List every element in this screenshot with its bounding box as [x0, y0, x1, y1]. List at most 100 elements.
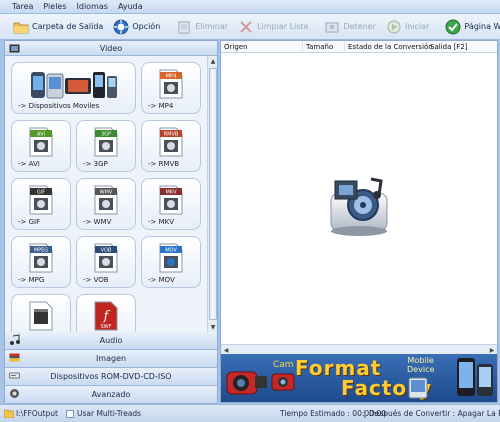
output-path-text: I:\FFOutput: [16, 409, 58, 418]
audio-section-label: Audio: [99, 336, 123, 345]
tile-vob[interactable]: VOB -> VOB: [76, 236, 136, 288]
rom-section-header[interactable]: Dispositivos ROM-DVD-CD-ISO: [5, 368, 217, 386]
video-list-scrollbar[interactable]: ▲ ▼: [207, 56, 217, 332]
tile-label: -> MKV: [148, 218, 175, 226]
badge-text: VOB: [101, 248, 112, 254]
badge-text: 3GP: [101, 132, 111, 138]
start-label: Iniciar: [404, 22, 430, 31]
scrollbar-thumb[interactable]: [209, 68, 217, 320]
tile-mpg[interactable]: MPEG -> MPG: [11, 236, 71, 288]
banner-mobile-text: Mobile: [407, 356, 434, 365]
menu-idiomas[interactable]: Idiomas: [77, 2, 108, 11]
mobile-device-icon: [408, 377, 428, 399]
remove-label: Eliminar: [195, 22, 229, 31]
advanced-gear-icon: [9, 388, 20, 399]
task-list-panel: Origen Tamaño Estado de la Conversión Sa…: [220, 40, 498, 403]
scroll-up-arrow-icon[interactable]: ▲: [208, 56, 217, 66]
rmvb-icon: RMVB: [157, 126, 185, 158]
category-panel: Video -> Dispositivos Moviles MP4 -> MP4 A…: [4, 40, 218, 404]
tile-gif[interactable]: GIF -> GIF: [11, 178, 71, 230]
tile-wmv[interactable]: WMV -> WMV: [76, 178, 136, 230]
badge-text: MOV: [165, 248, 177, 254]
advanced-section-header[interactable]: Avanzado: [5, 386, 217, 404]
mkv-icon: MKV: [157, 184, 185, 216]
option-button[interactable]: Opción: [108, 16, 165, 38]
badge-text: MPEG: [34, 248, 48, 254]
tile-rmvb[interactable]: RMVB -> RMVB: [141, 120, 201, 172]
task-list-hscrollbar[interactable]: ◀ ▶: [221, 344, 497, 354]
multithread-option[interactable]: Usar Multi-Treads: [62, 409, 276, 418]
video-section-label: Video: [99, 43, 123, 53]
tile-label: -> WMV: [83, 218, 112, 226]
badge-text: SWF: [101, 324, 112, 330]
mpg-icon: MPEG: [27, 242, 55, 274]
video-section-header[interactable]: Video: [5, 41, 217, 56]
gif-icon: GIF: [27, 184, 55, 216]
tile-mov[interactable]: MOV -> MOV: [141, 236, 201, 288]
column-tamano[interactable]: Tamaño: [303, 41, 345, 52]
tile-label: -> GIF: [18, 218, 41, 226]
mobile-devices-icon: [29, 68, 119, 100]
avi-icon: AVI: [27, 126, 55, 158]
format-factory-banner: Cam Format Factory Mobile Device: [221, 354, 497, 402]
tile-mobile-devices[interactable]: -> Dispositivos Moviles: [11, 62, 136, 114]
music-note-icon: [9, 334, 20, 345]
badge-text: GIF: [37, 190, 45, 196]
tile-avi[interactable]: AVI -> AVI: [11, 120, 71, 172]
banner-mobile-device-text: Mobile Device: [407, 356, 434, 374]
stop-icon: [324, 19, 340, 35]
after-convert-option[interactable]: Después de Convertir : Apagar La PC: [360, 409, 500, 418]
tile-label: -> 3GP: [83, 160, 108, 168]
remove-button[interactable]: Eliminar: [171, 16, 233, 38]
menu-pieles[interactable]: Pieles: [43, 2, 66, 11]
smartphone-icon: [457, 358, 493, 396]
camera-icon: [271, 373, 295, 391]
column-estado[interactable]: Estado de la Conversión: [345, 41, 433, 52]
audio-section-header[interactable]: Audio: [5, 332, 217, 350]
image-section-label: Imagen: [95, 354, 127, 363]
folder-small-icon: [4, 409, 14, 418]
badge-text: WMV: [100, 190, 113, 196]
camcorder-icon: [226, 371, 267, 395]
tile-mp4[interactable]: MP4 -> MP4: [141, 62, 201, 114]
tile-clapperboard-file[interactable]: [11, 294, 71, 332]
format-factory-logo-icon: [330, 177, 388, 236]
stop-button[interactable]: Detener: [319, 16, 380, 38]
menu-tarea[interactable]: Tarea: [12, 2, 33, 11]
after-convert-checkbox[interactable]: [364, 409, 366, 418]
multithread-label: Usar Multi-Treads: [77, 409, 142, 418]
estimated-time-cell: Tiempo Estimado : 00:00:00: [276, 409, 386, 418]
tile-mkv[interactable]: MKV -> MKV: [141, 178, 201, 230]
folder-icon: [13, 19, 29, 35]
clear-list-label: Limpiar Lista: [257, 22, 309, 31]
tile-label: -> RMVB: [148, 160, 180, 168]
column-salida[interactable]: Salida [F2]: [427, 41, 497, 52]
toolbar: Carpeta de Salida Opción Eliminar Limpia…: [0, 14, 500, 40]
badge-text: RMVB: [164, 132, 179, 138]
vob-icon: VOB: [92, 242, 120, 274]
mov-icon: MOV: [157, 242, 185, 274]
multithread-checkbox[interactable]: [66, 409, 74, 418]
task-list-area[interactable]: [221, 53, 497, 354]
output-path-cell[interactable]: I:\FFOutput: [0, 409, 62, 418]
3gp-icon: 3GP: [92, 126, 120, 158]
tile-label: -> VOB: [83, 276, 109, 284]
column-origen[interactable]: Origen: [221, 41, 303, 52]
stop-label: Detener: [343, 22, 376, 31]
homepage-button[interactable]: Página Web: [440, 16, 500, 38]
tile-swf[interactable]: f SWF: [76, 294, 136, 332]
menu-bar: Tarea Pieles Idiomas Ayuda: [0, 0, 500, 14]
tile-3gp[interactable]: 3GP -> 3GP: [76, 120, 136, 172]
scroll-down-arrow-icon[interactable]: ▼: [208, 322, 217, 332]
start-icon: [386, 19, 402, 35]
start-button[interactable]: Iniciar: [381, 16, 434, 38]
menu-ayuda[interactable]: Ayuda: [118, 2, 143, 11]
output-folder-button[interactable]: Carpeta de Salida: [8, 16, 108, 38]
clear-list-button[interactable]: Limpiar Lista: [233, 16, 313, 38]
homepage-label: Página Web: [464, 22, 500, 31]
task-table-header: Origen Tamaño Estado de la Conversión Sa…: [221, 41, 497, 53]
clapperboard-file-icon: [27, 300, 55, 332]
option-label: Opción: [132, 22, 161, 31]
video-format-list: -> Dispositivos Moviles MP4 -> MP4 AVI -> A…: [5, 56, 217, 332]
image-section-header[interactable]: Imagen: [5, 350, 217, 368]
